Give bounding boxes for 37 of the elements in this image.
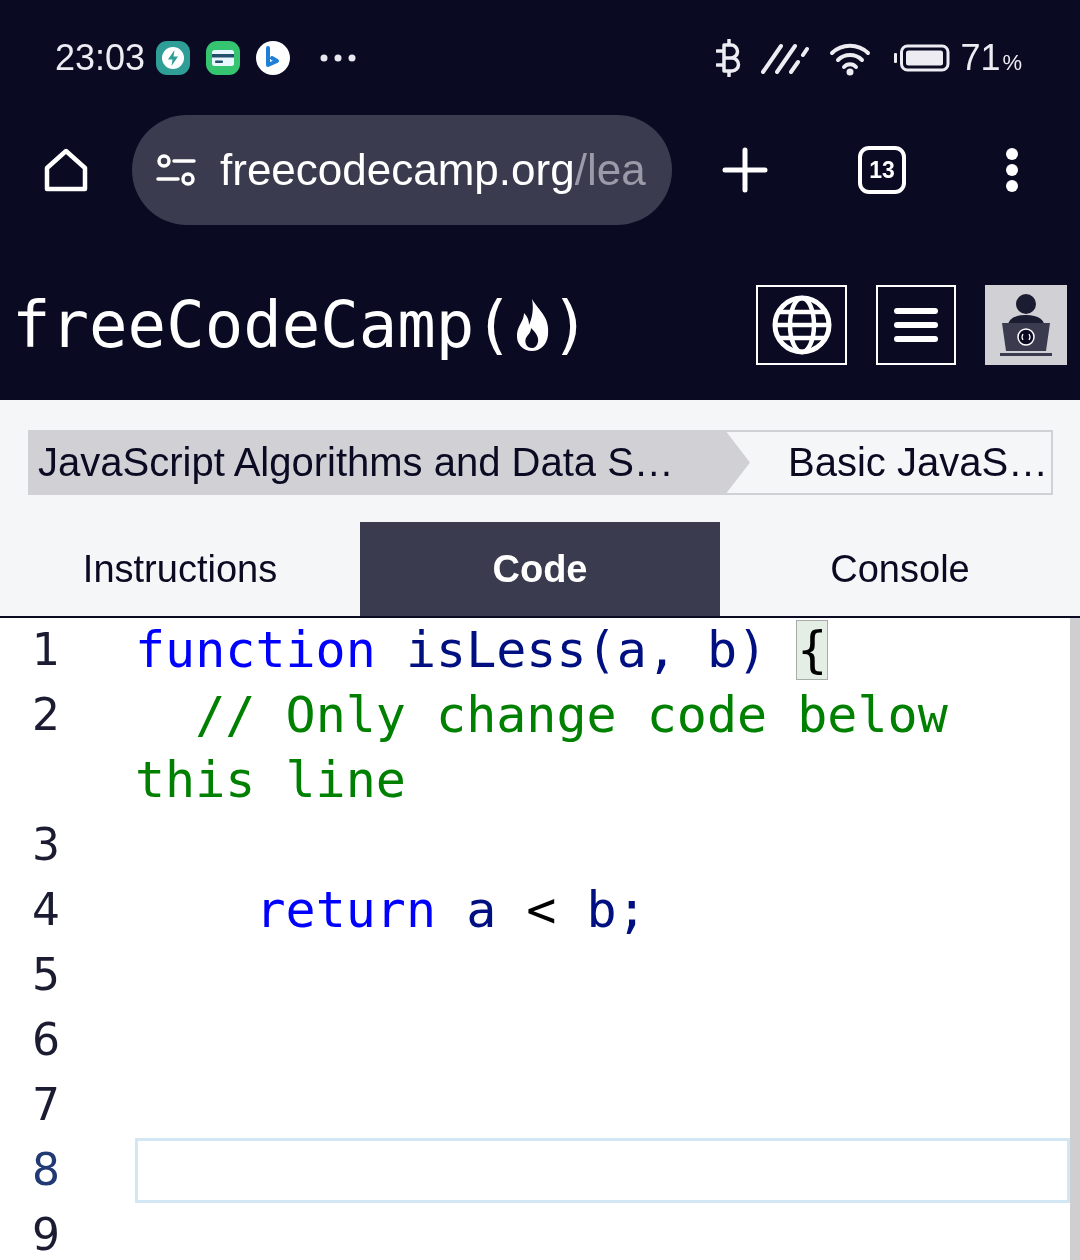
line-number: 1 — [32, 628, 60, 672]
battery-percent: 71% — [960, 39, 1022, 76]
code-line: // Only change code below this line — [135, 686, 949, 809]
card-icon — [206, 40, 241, 75]
code-line: function isLess(a, b) { — [135, 621, 828, 679]
line-number: 5 — [32, 953, 60, 997]
line-number: 8 — [32, 1148, 60, 1192]
person-laptop-icon — [1000, 293, 1052, 357]
language-button[interactable] — [756, 285, 847, 365]
menu-button[interactable] — [876, 285, 956, 365]
plus-icon[interactable] — [722, 147, 768, 193]
b-logo-icon — [256, 40, 291, 75]
tab[interactable]: Instructions — [0, 522, 360, 616]
globe-icon — [770, 294, 833, 356]
home-icon[interactable] — [42, 146, 90, 194]
sliders-icon — [156, 154, 196, 186]
line-number: 9 — [32, 1213, 60, 1257]
tab[interactable]: Code — [360, 522, 720, 616]
line-number: 2 — [32, 693, 60, 737]
profile-button[interactable] — [985, 285, 1067, 365]
tab-count-button[interactable]: 13 — [858, 146, 906, 194]
breadcrumb-link[interactable]: Basic JavaS… — [750, 430, 1053, 495]
battery-icon — [894, 42, 951, 73]
breadcrumb-link[interactable]: JavaScript Algorithms and Data S… — [28, 430, 750, 495]
bolt-badge-icon — [156, 40, 191, 75]
menu-icon — [893, 307, 939, 343]
line-number: 6 — [32, 1018, 60, 1062]
line-number: 3 — [32, 823, 60, 867]
status-time: 23:03 — [55, 39, 146, 76]
tab[interactable]: Console — [720, 522, 1080, 616]
ellipsis-icon — [320, 53, 357, 62]
scrollbar[interactable] — [1070, 618, 1080, 1260]
code-line: return a < b; — [255, 881, 647, 939]
line-number: 4 — [32, 888, 60, 932]
vertical-dots-icon[interactable] — [1005, 147, 1019, 193]
line-number: 7 — [32, 1083, 60, 1127]
address-bar[interactable]: freecodecamp.org/lea — [132, 115, 672, 225]
